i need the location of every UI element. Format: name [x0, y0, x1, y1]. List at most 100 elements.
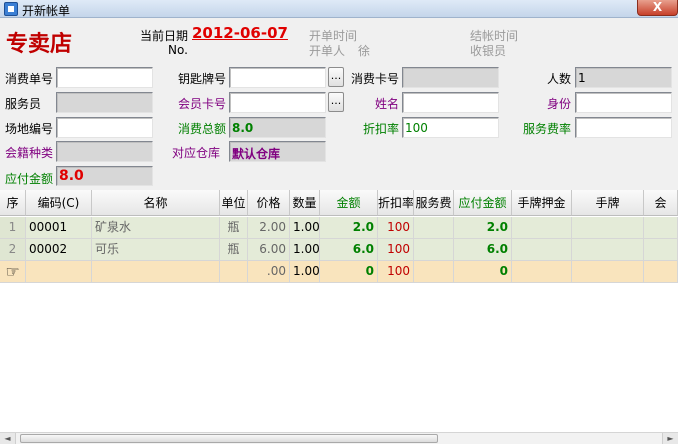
- row-1-hand[interactable]: [572, 217, 644, 239]
- header-col-deposit[interactable]: 手牌押金: [512, 190, 572, 216]
- row-1-price[interactable]: 2.00: [248, 217, 290, 239]
- date-label: 当前日期: [140, 29, 189, 43]
- current-date: 2012-06-07: [192, 24, 288, 42]
- new-row-service[interactable]: [414, 261, 454, 283]
- new-row-price[interactable]: .00: [248, 261, 290, 283]
- row-2-payable[interactable]: 6.0: [454, 239, 512, 261]
- payable-label: 应付金额: [5, 172, 54, 186]
- discount-input[interactable]: 100: [402, 117, 499, 138]
- header-col-extra[interactable]: 会: [644, 190, 678, 216]
- row-2-hand[interactable]: [572, 239, 644, 261]
- total-label: 消费总额: [178, 122, 227, 136]
- row-1-unit[interactable]: 瓶: [220, 217, 248, 239]
- people-label: 人数: [547, 72, 572, 86]
- discount-label: 折扣率: [363, 122, 400, 136]
- key-no-input[interactable]: [229, 67, 326, 88]
- member-card-label: 会员卡号: [178, 97, 227, 111]
- row-1-discount[interactable]: 100: [378, 217, 414, 239]
- scroll-right-arrow-icon[interactable]: ►: [662, 433, 678, 444]
- member-type-input[interactable]: [56, 141, 153, 162]
- waiter-input[interactable]: [56, 92, 153, 113]
- consume-no-label: 消费单号: [5, 72, 54, 86]
- new-row-deposit[interactable]: [512, 261, 572, 283]
- new-row-qty[interactable]: 1.00: [290, 261, 320, 283]
- row-1-code[interactable]: 00001: [26, 217, 92, 239]
- row-2-extra[interactable]: [644, 239, 678, 261]
- row-2-deposit[interactable]: [512, 239, 572, 261]
- payable-value: 8.0: [56, 166, 153, 186]
- title-bar: 开新帐单 X: [0, 0, 678, 18]
- store-name: 专卖店: [6, 31, 73, 57]
- venue-label: 场地编号: [5, 122, 54, 136]
- consume-card-input[interactable]: [402, 67, 499, 88]
- opener-label: 开单人: [309, 44, 346, 58]
- new-row-payable[interactable]: 0: [454, 261, 512, 283]
- identity-label: 身份: [547, 97, 572, 111]
- member-card-input[interactable]: [229, 92, 326, 113]
- row-1-amount[interactable]: 2.0: [320, 217, 378, 239]
- service-rate-label: 服务费率: [523, 122, 572, 136]
- scrollbar-thumb[interactable]: [20, 434, 438, 443]
- app-icon: [4, 2, 18, 16]
- row-2-price[interactable]: 6.00: [248, 239, 290, 261]
- consume-no-input[interactable]: [56, 67, 153, 88]
- header-col-hand[interactable]: 手牌: [572, 190, 644, 216]
- opener-value: 徐: [358, 44, 371, 58]
- waiter-label: 服务员: [5, 97, 42, 111]
- row-1-deposit[interactable]: [512, 217, 572, 239]
- identity-input[interactable]: [575, 92, 672, 113]
- row-1-qty[interactable]: 1.00: [290, 217, 320, 239]
- new-row-hand[interactable]: [572, 261, 644, 283]
- header-col-name[interactable]: 名称: [92, 190, 220, 216]
- row-2-discount[interactable]: 100: [378, 239, 414, 261]
- row-1-payable[interactable]: 2.0: [454, 217, 512, 239]
- row-1-service[interactable]: [414, 217, 454, 239]
- row-2-name[interactable]: 可乐: [92, 239, 220, 261]
- name-label: 姓名: [375, 97, 400, 111]
- name-input[interactable]: [402, 92, 499, 113]
- warehouse-value[interactable]: 默认仓库: [229, 141, 326, 162]
- people-input[interactable]: 1: [575, 67, 672, 88]
- header-col-code[interactable]: 编码(C): [26, 190, 92, 216]
- row-2-unit[interactable]: 瓶: [220, 239, 248, 261]
- row-1-name[interactable]: 矿泉水: [92, 217, 220, 239]
- new-row-unit[interactable]: [220, 261, 248, 283]
- header-col-service[interactable]: 服务费: [414, 190, 454, 216]
- new-row-amount[interactable]: 0: [320, 261, 378, 283]
- key-no-label: 钥匙牌号: [178, 72, 227, 86]
- header-col-payable[interactable]: 应付金额: [454, 190, 512, 216]
- row-2-qty[interactable]: 1.00: [290, 239, 320, 261]
- header-col-amount[interactable]: 金额: [320, 190, 378, 216]
- row-2-amount[interactable]: 6.0: [320, 239, 378, 261]
- warehouse-label: 对应仓库: [172, 146, 221, 160]
- new-row-seq[interactable]: ☞: [0, 261, 26, 283]
- member-type-label: 会籍种类: [5, 146, 54, 160]
- close-button[interactable]: X: [637, 0, 678, 16]
- venue-input[interactable]: [56, 117, 153, 138]
- consume-card-label: 消费卡号: [351, 72, 400, 86]
- row-1-seq[interactable]: 1: [0, 217, 26, 239]
- no-label: No.: [168, 43, 188, 57]
- new-row-code[interactable]: [26, 261, 92, 283]
- row-2-service[interactable]: [414, 239, 454, 261]
- member-card-browse-button[interactable]: ...: [328, 92, 344, 112]
- new-row-name[interactable]: [92, 261, 220, 283]
- horizontal-scrollbar[interactable]: ◄ ►: [0, 432, 678, 444]
- header-col-qty[interactable]: 数量: [290, 190, 320, 216]
- window-title: 开新帐单: [22, 4, 71, 18]
- service-rate-input[interactable]: [575, 117, 672, 138]
- cashier-label: 收银员: [470, 44, 507, 58]
- new-row-discount[interactable]: 100: [378, 261, 414, 283]
- key-no-browse-button[interactable]: ...: [328, 67, 344, 87]
- header-col-seq[interactable]: 序: [0, 190, 26, 216]
- header-col-discount[interactable]: 折扣率: [378, 190, 414, 216]
- new-row-extra[interactable]: [644, 261, 678, 283]
- item-grid[interactable]: 序编码(C) 名称 单位 价格 数量 金额 折扣率 服务费 应付金额 手牌押金 手牌会 1 00001 矿…: [0, 190, 678, 432]
- row-2-seq[interactable]: 2: [0, 239, 26, 261]
- row-1-extra[interactable]: [644, 217, 678, 239]
- total-value: 8.0: [229, 117, 326, 138]
- header-col-unit[interactable]: 单位: [220, 190, 248, 216]
- header-col-price[interactable]: 价格: [248, 190, 290, 216]
- row-2-code[interactable]: 00002: [26, 239, 92, 261]
- scroll-left-arrow-icon[interactable]: ◄: [0, 433, 16, 444]
